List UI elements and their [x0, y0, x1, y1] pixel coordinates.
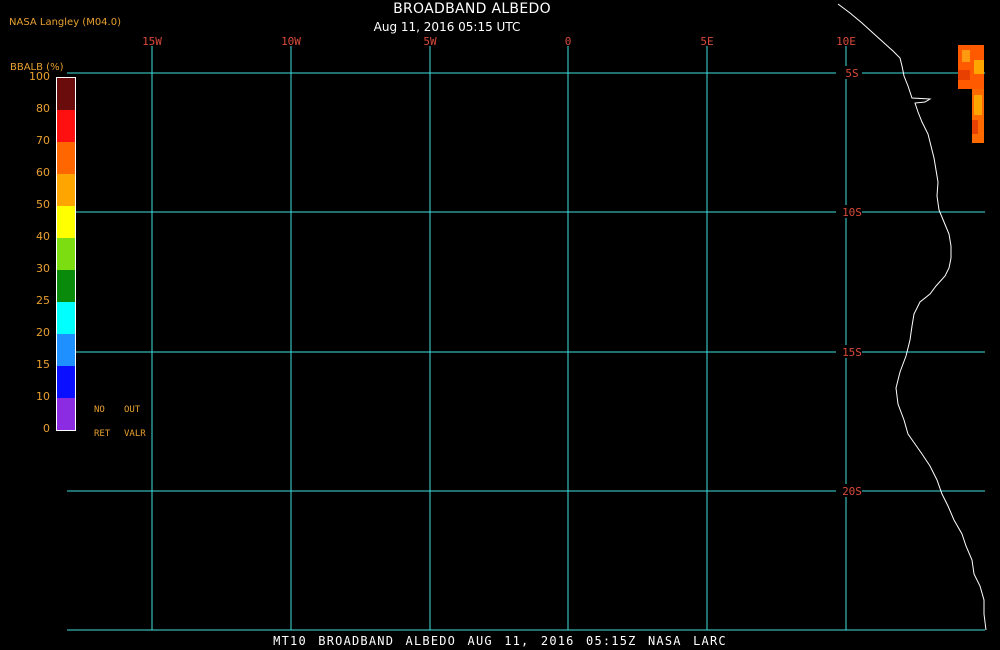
- colorbar-key-ret: RET: [94, 429, 111, 439]
- colorbar-segment: [57, 302, 75, 334]
- longitude-label: 10W: [281, 35, 301, 48]
- latitude-label: 20S: [842, 485, 862, 498]
- colorbar-tick-label: 20: [36, 326, 50, 339]
- colorbar-tick-label: 60: [36, 166, 50, 179]
- colorbar-tick-label: 50: [36, 198, 50, 211]
- colorbar-tick-label: 40: [36, 230, 50, 243]
- colorbar-tick-label: 100: [29, 70, 50, 83]
- colorbar-key-valr: VALR: [124, 429, 146, 439]
- grid-labels: 15W 10W 5W 0 5E 10E 5S 10S 15S 20S: [142, 35, 862, 498]
- lat-lon-grid: [67, 46, 985, 631]
- colorbar-segment: [57, 366, 75, 398]
- colorbar-tick-label: 0: [43, 422, 50, 435]
- longitude-label: 10E: [836, 35, 856, 48]
- map-panel: 15W 10W 5W 0 5E 10E 5S 10S 15S 20S: [67, 3, 987, 631]
- colorbar-segment: [57, 270, 75, 302]
- colorbar-tick-label: 70: [36, 134, 50, 147]
- colorbar: [56, 77, 76, 431]
- latitude-label: 5S: [845, 67, 858, 80]
- colorbar-segment: [57, 334, 75, 366]
- colorbar-tick-label: 15: [36, 358, 50, 371]
- colorbar-segment: [57, 174, 75, 206]
- colorbar-key-no: NO: [94, 405, 105, 415]
- colorbar-tick-label: 25: [36, 294, 50, 307]
- coastline: [837, 3, 987, 631]
- colorbar-tick-label: 30: [36, 262, 50, 275]
- colorbar-segment: [57, 78, 75, 110]
- colorbar-key-out: OUT: [124, 405, 141, 415]
- colorbar-tick-label: 10: [36, 390, 50, 403]
- colorbar-segment: [57, 206, 75, 238]
- latitude-label: 15S: [842, 346, 862, 359]
- longitude-label: 0: [565, 35, 572, 48]
- footer-caption: MT10 BROADBAND ALBEDO AUG 11, 2016 05:15…: [273, 634, 727, 648]
- colorbar-tick-label: 80: [36, 102, 50, 115]
- longitude-label: 15W: [142, 35, 162, 48]
- albedo-retrieval-patch: [958, 45, 984, 143]
- product-title: BROADBAND ALBEDO: [393, 1, 551, 17]
- longitude-label: 5W: [423, 35, 437, 48]
- observation-time: Aug 11, 2016 05:15 UTC: [373, 20, 521, 34]
- colorbar-segment: [57, 238, 75, 270]
- colorbar-segment: [57, 398, 75, 430]
- colorbar-segment: [57, 142, 75, 174]
- latitude-label: 10S: [842, 206, 862, 219]
- longitude-label: 5E: [700, 35, 713, 48]
- colorbar-segment: [57, 110, 75, 142]
